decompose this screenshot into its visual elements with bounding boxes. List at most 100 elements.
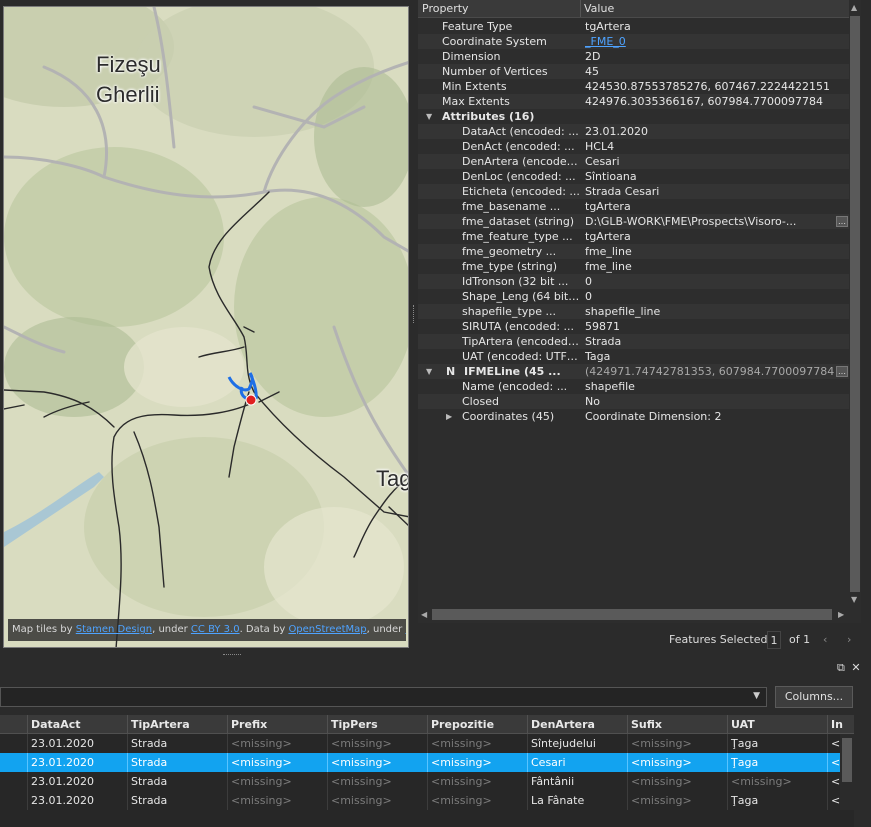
table-cell[interactable]: <missing> xyxy=(628,772,728,791)
column-header[interactable]: Sufix xyxy=(628,715,728,734)
table-cell[interactable]: Ţaga xyxy=(728,734,828,753)
column-header[interactable]: Prefix xyxy=(228,715,328,734)
property-row[interactable]: DenLoc (encoded: ... Sîntioana xyxy=(418,169,849,184)
table-cell[interactable]: <missing> xyxy=(228,791,328,810)
table-cell[interactable]: 23.01.2020 xyxy=(28,753,128,772)
property-horizontal-scrollbar[interactable]: ◀ ▶ xyxy=(418,607,861,623)
header-value[interactable]: Value xyxy=(584,2,614,15)
expand-arrow-icon[interactable]: ▶ xyxy=(446,409,452,424)
table-cell[interactable]: <missing> xyxy=(628,734,728,753)
scroll-thumb[interactable] xyxy=(432,609,832,620)
table-cell[interactable]: Cesari xyxy=(528,753,628,772)
table-cell[interactable]: <missing> xyxy=(328,753,428,772)
property-row[interactable]: fme_geometry ... fme_line xyxy=(418,244,849,259)
property-row[interactable]: SIRUTA (encoded: ... 59871 xyxy=(418,319,849,334)
table-cell[interactable]: <missing> xyxy=(428,734,528,753)
property-row[interactable]: ▼ N IFMELine (45 ... (424971.74742781353, 6… xyxy=(418,364,849,379)
table-cell[interactable]: Ţaga xyxy=(728,753,828,772)
property-row[interactable]: Max Extents 424976.3035366167, 607984.770… xyxy=(418,94,849,109)
scroll-thumb[interactable] xyxy=(850,16,860,592)
row-number-cell[interactable] xyxy=(0,753,28,772)
table-cell[interactable]: <missing> xyxy=(428,753,528,772)
scroll-thumb[interactable] xyxy=(842,738,852,782)
column-header[interactable]: Prepozitie xyxy=(428,715,528,734)
table-cell[interactable]: <missing> xyxy=(228,772,328,791)
table-cell[interactable]: Strada xyxy=(128,772,228,791)
table-cell[interactable]: <missing> xyxy=(228,753,328,772)
property-row[interactable]: IdTronson (32 bit ... 0 xyxy=(418,274,849,289)
table-cell[interactable]: <missing> xyxy=(228,734,328,753)
table-cell[interactable]: Strada xyxy=(128,734,228,753)
table-cell[interactable]: Fântânii xyxy=(528,772,628,791)
property-row[interactable]: Closed No xyxy=(418,394,849,409)
column-header[interactable]: UAT xyxy=(728,715,828,734)
table-row[interactable]: 23.01.2020 Strada <missing> <missing> <missi… xyxy=(0,791,854,810)
property-row[interactable]: Shape_Leng (64 bit ... 0 xyxy=(418,289,849,304)
horizontal-splitter[interactable] xyxy=(0,651,871,659)
table-cell[interactable]: <missing> xyxy=(628,791,728,810)
table-cell[interactable]: <missing> xyxy=(628,753,728,772)
feature-index-input[interactable]: 1 xyxy=(767,631,781,649)
table-row[interactable]: 23.01.2020 Strada <missing> <missing> <missi… xyxy=(0,753,854,772)
ccby-link[interactable]: CC BY 3.0 xyxy=(191,624,240,635)
property-row[interactable]: Name (encoded: ... shapefile xyxy=(418,379,849,394)
more-options-icon[interactable]: … xyxy=(836,216,848,227)
table-cell[interactable]: Ţaga xyxy=(728,791,828,810)
table-cell[interactable]: Strada xyxy=(128,753,228,772)
table-filter-combo[interactable]: ▼ xyxy=(0,687,767,707)
close-icon[interactable]: ✕ xyxy=(851,661,860,674)
table-cell[interactable]: 23.01.2020 xyxy=(28,734,128,753)
table-cell[interactable]: 23.01.2020 xyxy=(28,772,128,791)
row-number-cell[interactable] xyxy=(0,734,28,753)
collapse-arrow-icon[interactable]: ▼ xyxy=(426,109,432,124)
scroll-right-icon[interactable]: ▶ xyxy=(838,610,844,619)
next-feature-icon[interactable]: › xyxy=(847,633,851,646)
table-cell[interactable]: <missing> xyxy=(328,791,428,810)
table-cell[interactable]: Sîntejudelui xyxy=(528,734,628,753)
splitter-grip[interactable] xyxy=(223,654,241,657)
property-row[interactable]: Number of Vertices 45 xyxy=(418,64,849,79)
table-row[interactable]: 23.01.2020 Strada <missing> <missing> <missi… xyxy=(0,734,854,753)
more-options-icon[interactable]: … xyxy=(836,366,848,377)
table-cell[interactable]: <missing> xyxy=(428,772,528,791)
stamen-link[interactable]: Stamen Design xyxy=(76,624,152,635)
osm-link[interactable]: OpenStreetMap xyxy=(288,624,366,635)
scroll-left-icon[interactable]: ◀ xyxy=(421,610,427,619)
table-row[interactable]: 23.01.2020 Strada <missing> <missing> <missi… xyxy=(0,772,854,791)
property-row[interactable]: TipArtera (encoded: ... Strada xyxy=(418,334,849,349)
columns-button[interactable]: Columns... xyxy=(775,686,853,708)
property-row[interactable]: Min Extents 424530.87553785276, 607467.22… xyxy=(418,79,849,94)
property-row[interactable]: Feature Type tgArtera xyxy=(418,19,849,34)
property-vertical-scrollbar[interactable]: ▲ ▼ xyxy=(849,0,861,607)
table-cell[interactable]: <missing> xyxy=(728,772,828,791)
property-row[interactable]: DataAct (encoded: ... 23.01.2020 xyxy=(418,124,849,139)
property-row[interactable]: DenArtera (encoded... Cesari xyxy=(418,154,849,169)
license-link[interactable]: O xyxy=(405,624,406,635)
property-row[interactable]: fme_basename ... tgArtera xyxy=(418,199,849,214)
column-header[interactable]: DataAct xyxy=(28,715,128,734)
column-header[interactable]: TipPers xyxy=(328,715,428,734)
table-vertical-scrollbar[interactable] xyxy=(840,734,854,810)
map-view[interactable]: Fizeşu Gherlii Tag Map tiles by Stamen D… xyxy=(3,6,409,648)
property-row[interactable]: DenAct (encoded: ... HCL4 xyxy=(418,139,849,154)
property-row[interactable]: ▶ Coordinates (45) Coordinate Dimension: 2 xyxy=(418,409,849,424)
float-window-icon[interactable]: ⧉ xyxy=(837,661,845,674)
property-row[interactable]: fme_type (string) fme_line xyxy=(418,259,849,274)
chevron-down-icon[interactable]: ▼ xyxy=(753,691,760,701)
table-cell[interactable]: <missing> xyxy=(428,791,528,810)
splitter-grip-vertical[interactable] xyxy=(413,305,417,323)
property-row[interactable]: UAT (encoded: UTF-8) Taga xyxy=(418,349,849,364)
previous-feature-icon[interactable]: ‹ xyxy=(823,633,827,646)
table-cell[interactable]: <missing> xyxy=(328,772,428,791)
column-header[interactable]: TipArtera xyxy=(128,715,228,734)
table-cell[interactable]: <missing> xyxy=(328,734,428,753)
property-row[interactable]: fme_feature_type ... tgArtera xyxy=(418,229,849,244)
header-property[interactable]: Property xyxy=(422,2,469,15)
table-cell[interactable]: 23.01.2020 xyxy=(28,791,128,810)
scroll-up-icon[interactable]: ▲ xyxy=(851,3,857,12)
table-cell[interactable]: Strada xyxy=(128,791,228,810)
scroll-down-icon[interactable]: ▼ xyxy=(851,595,857,604)
row-number-cell[interactable] xyxy=(0,791,28,810)
property-row[interactable]: Coordinate System _FME_0 xyxy=(418,34,849,49)
property-value[interactable]: _FME_0 xyxy=(585,34,835,49)
